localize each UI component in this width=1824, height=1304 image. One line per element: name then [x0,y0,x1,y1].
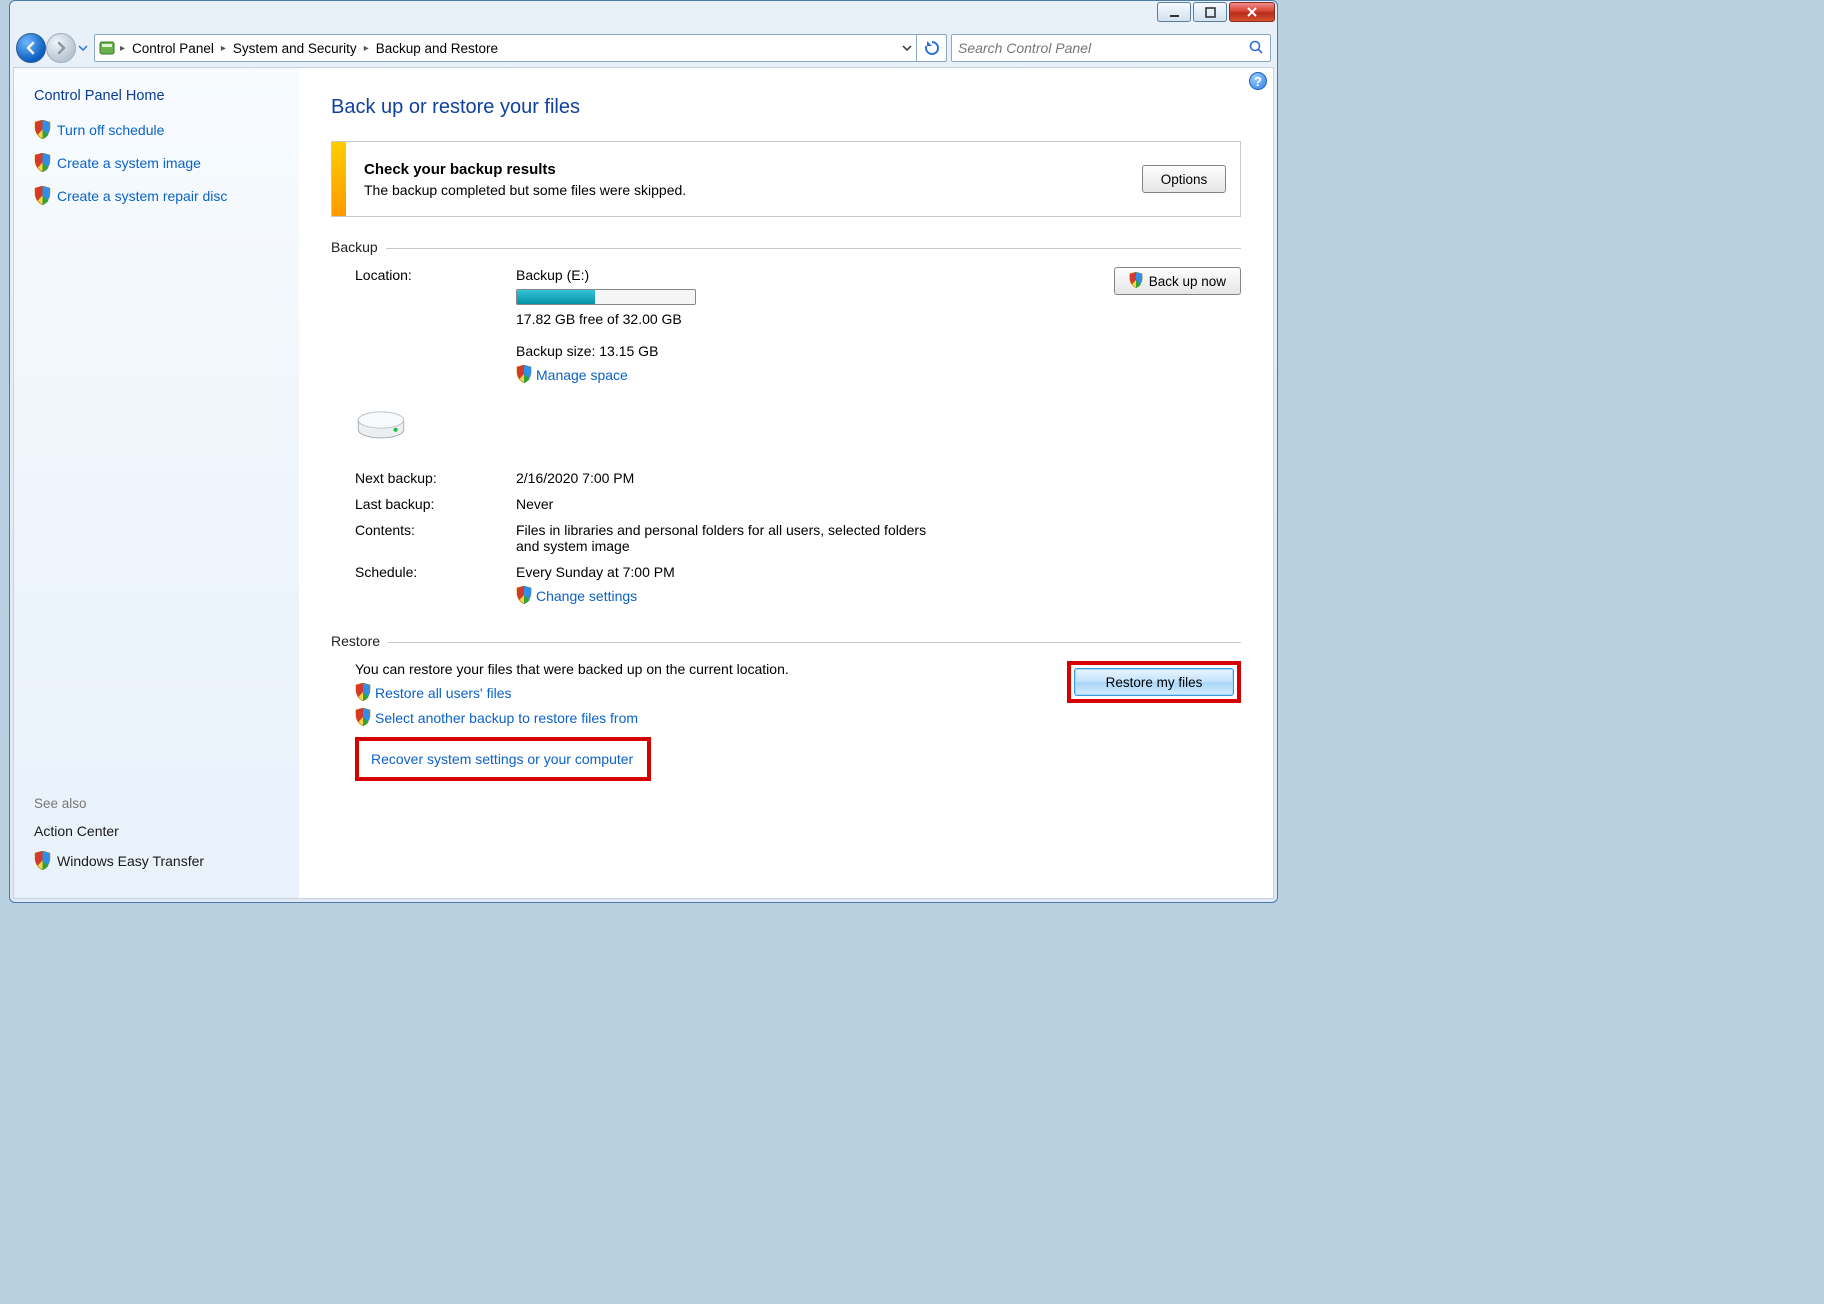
shield-icon [34,153,51,172]
next-backup-label: Next backup: [355,470,510,486]
history-dropdown-icon[interactable] [76,33,90,63]
highlighted-box-recover-system: Recover system settings or your computer [355,737,651,781]
restore-description: You can restore your files that were bac… [355,661,1047,677]
next-backup-value: 2/16/2020 7:00 PM [516,470,1045,486]
select-another-backup-link[interactable]: Select another backup to restore files f… [355,708,1047,727]
location-label: Location: [355,267,510,384]
see-also-heading: See also [34,796,284,811]
contents-value: Files in libraries and personal folders … [516,522,946,554]
chevron-right-icon[interactable]: ▸ [119,43,126,54]
free-space-text: 17.82 GB free of 32.00 GB [516,311,1045,327]
address-bar[interactable]: ▸ Control Panel ▸ System and Security ▸ … [94,34,947,62]
backup-results-alert: Check your backup results The backup com… [331,141,1241,217]
sidebar-item-label: Turn off schedule [57,122,164,138]
shield-icon [516,365,533,384]
see-also-easy-transfer[interactable]: Windows Easy Transfer [34,851,284,870]
breadcrumb-control-panel[interactable]: Control Panel [126,41,220,56]
maximize-button[interactable] [1193,2,1227,22]
chevron-right-icon[interactable]: ▸ [220,43,227,54]
shield-icon [1129,272,1146,291]
refresh-button[interactable] [916,34,946,62]
drive-icon [355,400,407,440]
page-title: Back up or restore your files [331,96,1241,119]
restore-section-heading: Restore [331,633,1241,649]
shield-icon [34,186,51,205]
control-panel-home-link[interactable]: Control Panel Home [34,88,284,104]
see-also-action-center[interactable]: Action Center [34,823,284,839]
close-button[interactable] [1229,2,1275,22]
see-also-item-label: Action Center [34,823,119,839]
help-button[interactable]: ? [1249,72,1267,90]
options-button[interactable]: Options [1142,165,1226,193]
title-bar [10,1,1277,29]
forward-button[interactable] [46,33,76,63]
chevron-right-icon[interactable]: ▸ [363,43,370,54]
contents-label: Contents: [355,522,510,554]
recover-system-settings-link[interactable]: Recover system settings or your computer [371,751,633,767]
restore-all-users-link[interactable]: Restore all users' files [355,683,1047,702]
shield-icon [355,708,372,727]
breadcrumb-backup-restore[interactable]: Backup and Restore [370,41,504,56]
schedule-value: Every Sunday at 7:00 PM [516,564,1045,580]
content-area: ? Control Panel Home Turn off schedule C… [13,67,1274,899]
shield-icon [355,683,372,702]
backup-section-heading: Backup [331,239,1241,255]
address-dropdown-icon[interactable] [902,45,912,51]
sidebar: Control Panel Home Turn off schedule Cre… [14,68,299,898]
schedule-label: Schedule: [355,564,510,605]
alert-highlight-bar [332,142,346,216]
breadcrumb-system-security[interactable]: System and Security [227,41,363,56]
shield-icon [516,586,533,605]
shield-icon [34,851,51,870]
alert-heading: Check your backup results [364,161,556,178]
sidebar-item-label: Create a system image [57,155,201,171]
sidebar-item-label: Create a system repair disc [57,188,227,204]
shield-icon [34,120,51,139]
see-also-item-label: Windows Easy Transfer [57,853,204,869]
minimize-button[interactable] [1157,2,1191,22]
disk-usage-bar [516,289,696,305]
last-backup-value: Never [516,496,1045,512]
location-value: Backup (E:) [516,267,1045,283]
manage-space-link[interactable]: Manage space [516,365,1045,384]
last-backup-label: Last backup: [355,496,510,512]
search-input[interactable]: Search Control Panel [951,34,1271,62]
control-panel-icon [95,39,119,57]
highlighted-box-restore-files: Restore my files [1067,661,1241,703]
search-placeholder: Search Control Panel [958,40,1248,56]
toolbar: ▸ Control Panel ▸ System and Security ▸ … [10,29,1277,67]
change-settings-link[interactable]: Change settings [516,586,1045,605]
search-icon[interactable] [1248,39,1264,58]
sidebar-turn-off-schedule[interactable]: Turn off schedule [34,120,284,139]
sidebar-create-repair-disc[interactable]: Create a system repair disc [34,186,284,205]
sidebar-create-system-image[interactable]: Create a system image [34,153,284,172]
restore-my-files-button[interactable]: Restore my files [1074,668,1234,696]
back-up-now-button[interactable]: Back up now [1114,267,1241,295]
window-frame: ▸ Control Panel ▸ System and Security ▸ … [9,0,1278,903]
alert-body: The backup completed but some files were… [364,182,1124,198]
main-panel: Back up or restore your files Check your… [299,68,1273,898]
back-button[interactable] [16,33,46,63]
backup-size-text: Backup size: 13.15 GB [516,343,1045,359]
